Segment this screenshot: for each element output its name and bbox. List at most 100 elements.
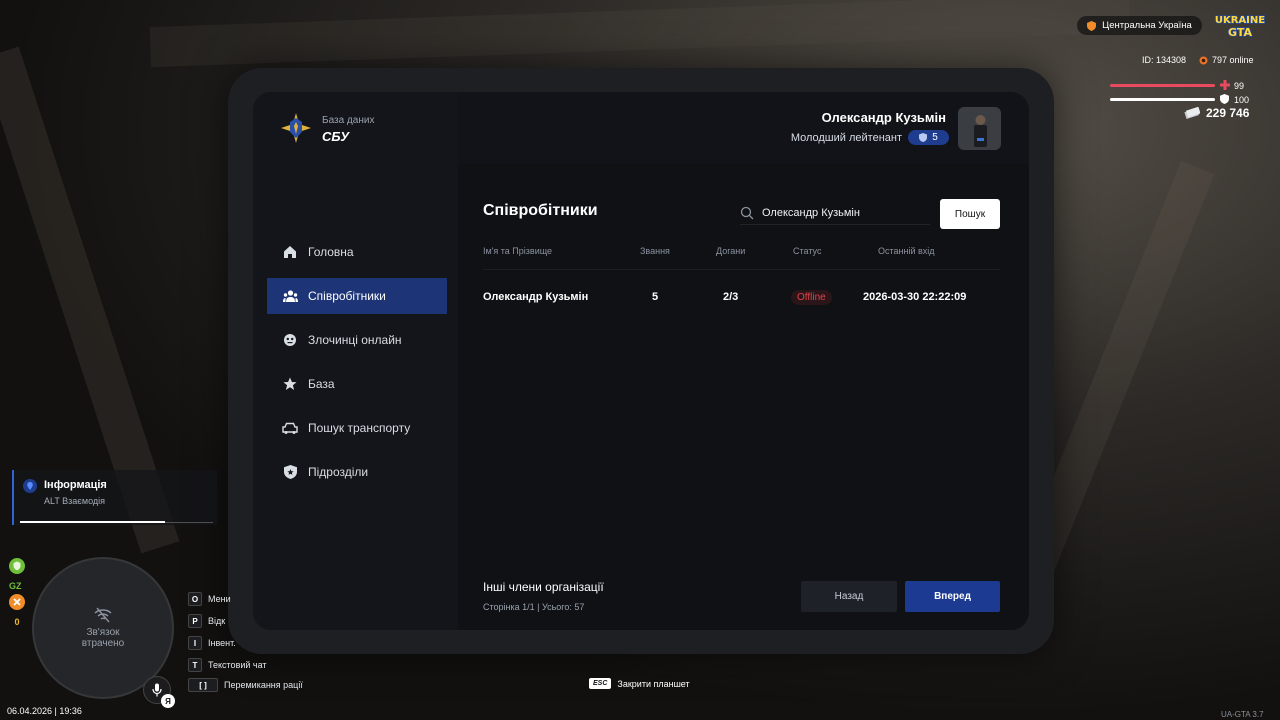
key-label: Текстовий чат	[208, 660, 267, 670]
user-name: Олександр Кузьмін	[821, 110, 946, 125]
shield-icon	[282, 464, 298, 480]
region-indicator: Центральна Україна	[1077, 16, 1202, 35]
star-icon	[282, 376, 298, 392]
esc-key: ESC	[589, 678, 612, 689]
column-header-last-login: Останній вхід	[878, 246, 935, 256]
key-cap: O	[188, 592, 202, 606]
online-value: 797 online	[1212, 55, 1254, 65]
tablet-header: База даних СБУ Олександр Кузьмін Молодши…	[253, 92, 1029, 164]
money-display: 229 746	[1184, 106, 1249, 120]
table-row[interactable]: Олександр Кузьмін 5 2/3 Offline 2026-03-…	[483, 290, 1000, 311]
search-bar	[740, 201, 930, 225]
money-value: 229 746	[1206, 106, 1250, 120]
sidebar-item-home[interactable]: Головна	[267, 234, 447, 270]
search-input[interactable]	[762, 206, 922, 219]
users-icon	[282, 288, 298, 304]
table-header: Ім'я та Прізвище Звання Догани Статус Ос…	[483, 246, 1000, 270]
status-icons: GZ 0	[9, 558, 27, 627]
game-logo: UKRAINE GTA	[1213, 11, 1267, 39]
database-label: База даних	[322, 115, 375, 126]
avatar[interactable]	[958, 107, 1001, 150]
page-title: Співробітники	[483, 202, 598, 219]
sidebar-item-base[interactable]: База	[267, 366, 447, 402]
svg-text:UKRAINE: UKRAINE	[1215, 15, 1265, 26]
armor-icon	[1220, 94, 1229, 104]
key-hints: O Мени P Відк I Інвент. T Текстовий чат [ ] П…	[188, 588, 303, 694]
green-zone-label: GZ	[9, 581, 22, 591]
voice-key: Я	[161, 694, 175, 708]
sidebar-item-label: Пошук транспорту	[308, 421, 411, 435]
key-cap: T	[188, 658, 202, 672]
microphone-icon	[152, 683, 162, 697]
search-icon	[740, 206, 754, 219]
info-notification: Інформація ALT Взаємодія	[12, 470, 217, 525]
map-status-line-2: втрачено	[81, 638, 125, 649]
search-button[interactable]: Пошук	[940, 199, 1000, 229]
online-dot-icon	[1199, 56, 1208, 64]
mask-icon	[282, 332, 298, 348]
key-hint: I Інвент.	[188, 632, 303, 654]
date-time: 06.04.2026 | 19:36	[7, 706, 82, 716]
version-label: UA-GTA 3.7	[1221, 710, 1264, 719]
user-rank: Молодший лейтенант	[790, 132, 902, 144]
sidebar-item-label: Співробітники	[308, 289, 386, 303]
rank-level: 5	[932, 132, 938, 143]
key-label: Перемикання рації	[224, 680, 303, 690]
armor-value: 100	[1234, 95, 1250, 105]
cell-reprimands: 2/3	[723, 291, 739, 303]
health-value: 99	[1234, 81, 1245, 91]
player-id: ID: 134308	[1142, 55, 1187, 65]
svg-text:GTA: GTA	[1228, 26, 1252, 39]
main-content: Співробітники Пошук Ім'я та Прізвище Зва…	[458, 164, 1029, 630]
column-header-rank: Звання	[640, 246, 670, 256]
online-count: 797 online	[1199, 55, 1254, 65]
cell-rank: 5	[652, 291, 659, 303]
health-icon	[1220, 80, 1230, 90]
column-header-reprimands: Догани	[716, 246, 746, 256]
key-cap: P	[188, 614, 202, 628]
sidebar-item-divisions[interactable]: Підрозділи	[267, 454, 447, 490]
pagination-info: Сторінка 1/1 | Усього: 57	[483, 602, 585, 612]
key-hint: [ ] Перемикання рації	[188, 676, 303, 694]
sidebar-nav: Головна Співробітники Злочинці онлайн Ба…	[267, 234, 447, 498]
column-header-status: Статус	[793, 246, 822, 256]
sidebar-item-vehicle-search[interactable]: Пошук транспорту	[267, 410, 447, 446]
footer-title: Інші члени організації	[483, 580, 604, 594]
tablet-screen: База даних СБУ Олександр Кузьмін Молодши…	[253, 92, 1029, 630]
sidebar-item-label: База	[308, 377, 335, 391]
location-icon	[1087, 20, 1097, 31]
cell-name: Олександр Кузьмін	[483, 291, 589, 303]
info-title: Інформація	[44, 479, 107, 491]
map-status-line-1: Зв'язок	[86, 627, 120, 638]
health-bar	[1110, 84, 1215, 87]
key-cap: I	[188, 636, 202, 650]
green-zone-icon	[9, 558, 25, 574]
key-label: Інвент.	[208, 638, 236, 648]
info-hint: ALT Взаємодія	[44, 496, 106, 506]
sidebar-item-label: Підрозділи	[308, 465, 369, 479]
rank-badge: 5	[908, 130, 949, 145]
close-tablet-hint: ESC Закрити планшет	[589, 678, 690, 689]
person-icon	[959, 108, 1000, 149]
next-button[interactable]: Вперед	[905, 581, 1000, 612]
key-label: Мени	[208, 594, 231, 604]
sidebar-item-criminals-online[interactable]: Злочинці онлайн	[267, 322, 447, 358]
back-button[interactable]: Назад	[801, 581, 897, 612]
armor-bar	[1110, 98, 1215, 101]
close-icon	[9, 594, 25, 610]
key-hint: T Текстовий чат	[188, 654, 303, 676]
sidebar-item-label: Головна	[308, 245, 354, 259]
sidebar-item-employees[interactable]: Співробітники	[267, 278, 447, 314]
ukraine-gta-logo-icon: UKRAINE GTA	[1214, 14, 1266, 39]
info-progress-bar	[20, 521, 165, 523]
car-icon	[282, 420, 298, 436]
column-header-name: Ім'я та Прізвище	[483, 246, 553, 256]
key-cap: [ ]	[188, 678, 218, 692]
no-signal-icon	[94, 607, 112, 623]
close-tablet-label: Закрити планшет	[617, 678, 690, 689]
shield-icon	[919, 133, 928, 142]
organization-name: СБУ	[322, 129, 350, 144]
home-icon	[282, 244, 298, 260]
cash-icon	[1184, 107, 1200, 119]
sbu-emblem-icon	[281, 113, 311, 143]
